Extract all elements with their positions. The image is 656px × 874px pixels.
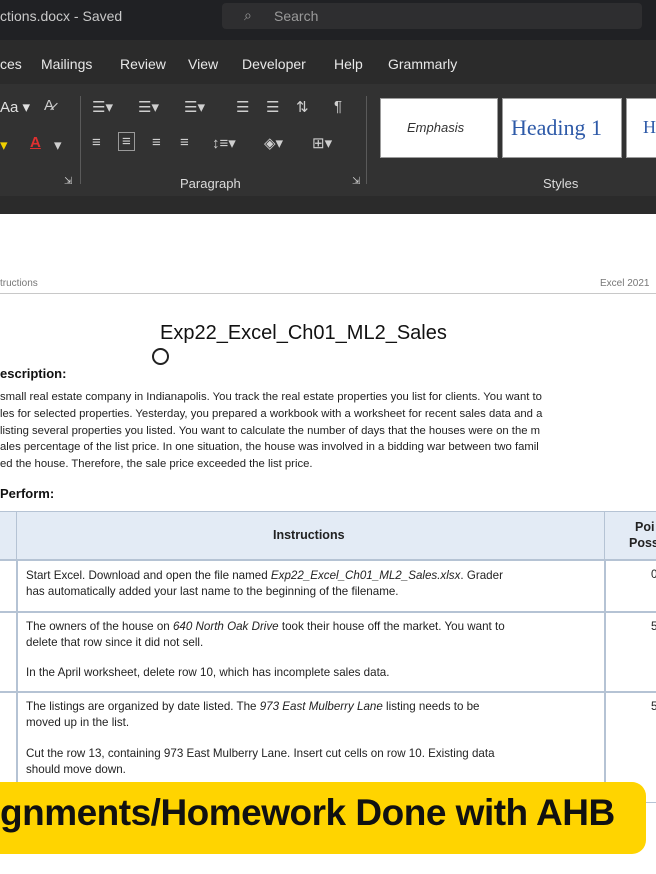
row-text-line: In the April worksheet, delete row 10, w… xyxy=(26,666,390,679)
tab-review[interactable]: Review xyxy=(120,56,166,72)
text-run: The listings are organized by date liste… xyxy=(26,700,260,713)
tab-references[interactable]: ces xyxy=(0,56,22,72)
instructions-table: Instructions Poi Poss 0 Start Excel. Dow… xyxy=(0,511,656,803)
bullets-icon[interactable]: ☰▾ xyxy=(92,98,113,116)
paragraph-line: les for selected properties. Yesterday, … xyxy=(0,407,543,420)
style-emphasis-label: Emphasis xyxy=(407,120,465,135)
text-run: took their house off the market. You wan… xyxy=(278,620,505,633)
points-value: 5 xyxy=(651,620,656,633)
header-left-text: tructions xyxy=(0,278,38,289)
numbering-icon[interactable]: ☰▾ xyxy=(138,98,159,116)
row-text-line: The listings are organized by date liste… xyxy=(26,699,480,715)
row-text-line: Start Excel. Download and open the file … xyxy=(26,568,503,584)
project-description-heading: escription: xyxy=(0,366,67,381)
search-placeholder: Search xyxy=(274,8,319,24)
font-color-icon[interactable]: A xyxy=(30,134,41,151)
row-text-line: moved up in the list. xyxy=(26,716,130,729)
points-value: 0 xyxy=(651,568,656,581)
paragraph-line: ales percentage of the list price. In on… xyxy=(0,441,539,454)
line-spacing-icon[interactable]: ↕≡▾ xyxy=(212,134,236,152)
paragraph-line: ed the house. Therefore, the sale price … xyxy=(0,458,313,471)
tab-mailings[interactable]: Mailings xyxy=(41,56,92,72)
justify-icon[interactable]: ≡ xyxy=(180,134,189,151)
highlight-icon[interactable]: ▾ xyxy=(0,136,8,154)
align-right-icon[interactable]: ≡ xyxy=(152,134,161,151)
row-text-line: should move down. xyxy=(26,763,126,776)
borders-icon[interactable]: ⊞▾ xyxy=(312,134,332,152)
multilevel-list-icon[interactable]: ☰▾ xyxy=(184,98,205,116)
tab-help[interactable]: Help xyxy=(334,56,363,72)
document-area-background xyxy=(0,196,656,214)
mouse-cursor-indicator xyxy=(152,348,169,365)
row-text-line: The owners of the house on 640 North Oak… xyxy=(26,619,505,635)
text-run: Start Excel. Download and open the file … xyxy=(26,569,271,582)
font-size-button[interactable]: Aa ▾ xyxy=(0,98,30,116)
document-heading: Exp22_Excel_Ch01_ML2_Sales xyxy=(160,322,447,344)
clear-formatting-icon[interactable]: A̷ xyxy=(44,97,54,114)
address-italic: 973 East Mulberry Lane xyxy=(259,700,383,713)
decrease-indent-icon[interactable]: ☰ xyxy=(236,98,249,116)
align-left-icon[interactable]: ≡ xyxy=(92,134,101,151)
promo-banner: gnments/Homework Done with AHB xyxy=(0,782,646,854)
table-row-points-cell: 5 xyxy=(604,611,656,693)
ribbon-tabs: ces Mailings Review View Developer Help … xyxy=(0,40,656,84)
style-heading-2-label: H xyxy=(643,117,656,137)
address-italic: 640 North Oak Drive xyxy=(172,620,279,633)
font-size-glyph: Aa xyxy=(0,99,19,116)
title-bar: ctions.docx - Saved ⌕ Search xyxy=(0,0,656,40)
file-name-italic: Exp22_Excel_Ch01_ML2_Sales.xlsx xyxy=(270,569,461,582)
paragraph-group-label: Paragraph xyxy=(180,176,241,191)
row-text-line: Cut the row 13, containing 973 East Mulb… xyxy=(26,747,495,760)
header-right-text: Excel 2021 xyxy=(600,278,650,289)
paragraph-line: listing several properties you listed. Y… xyxy=(0,424,541,437)
table-header-points-line1: Poi xyxy=(635,520,655,534)
paragraph-line: small real estate company in Indianapoli… xyxy=(0,391,542,403)
sort-icon[interactable]: ⇅ xyxy=(296,98,309,116)
promo-banner-text: gnments/Homework Done with AHB xyxy=(0,792,615,833)
shading-icon[interactable]: ◈▾ xyxy=(264,134,283,152)
text-run: The owners of the house on xyxy=(26,620,173,633)
style-heading-1[interactable]: Heading 1 xyxy=(502,98,622,158)
styles-group-label: Styles xyxy=(543,176,579,191)
font-color-dropdown-icon[interactable]: ▾ xyxy=(54,136,62,154)
increase-indent-icon[interactable]: ☰ xyxy=(266,98,279,116)
text-run: . Grader xyxy=(460,569,503,582)
table-header-points-line2: Poss xyxy=(629,536,656,550)
tab-view[interactable]: View xyxy=(188,56,218,72)
align-center-icon[interactable]: ≡ xyxy=(118,132,135,151)
search-box[interactable]: ⌕ Search xyxy=(222,3,642,29)
table-header-instructions-cell: Instructions xyxy=(16,511,606,561)
row-text-line: delete that row since it did not sell. xyxy=(26,636,204,649)
text-run: listing needs to be xyxy=(382,700,480,713)
font-dialog-launcher-icon[interactable]: ⇲ xyxy=(64,176,72,187)
header-divider xyxy=(0,293,656,294)
row-text-line: has automatically added your last name t… xyxy=(26,585,399,598)
table-header-instructions: Instructions xyxy=(273,528,345,542)
style-emphasis[interactable]: Emphasis xyxy=(380,98,498,158)
tab-developer[interactable]: Developer xyxy=(242,56,306,72)
description-paragraph: small real estate company in Indianapoli… xyxy=(0,389,656,473)
style-heading-2[interactable]: H xyxy=(626,98,656,158)
show-marks-icon[interactable]: ¶ xyxy=(334,98,342,115)
table-row-points-cell: 0 xyxy=(604,559,656,613)
search-icon: ⌕ xyxy=(244,7,252,23)
points-value: 5 xyxy=(651,700,656,713)
steps-heading: Perform: xyxy=(0,486,55,501)
document-title: ctions.docx - Saved xyxy=(0,8,123,24)
table-header-points-cell: Poi Poss xyxy=(604,511,656,561)
paragraph-dialog-launcher-icon[interactable]: ⇲ xyxy=(352,176,360,187)
style-heading-1-label: Heading 1 xyxy=(511,115,603,140)
ribbon-separator xyxy=(80,96,81,184)
tab-grammarly[interactable]: Grammarly xyxy=(388,56,457,72)
ribbon-separator xyxy=(366,96,367,184)
